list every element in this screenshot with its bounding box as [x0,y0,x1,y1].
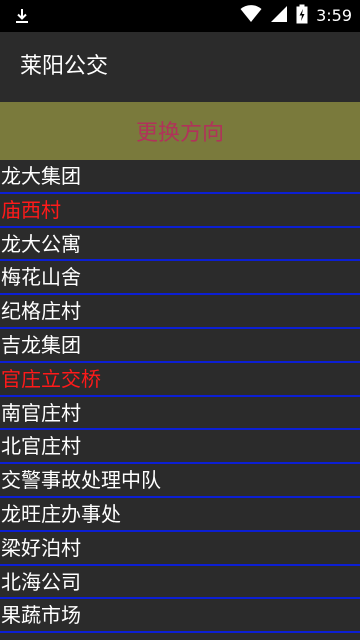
stop-list-item[interactable]: 龙旺庄办事处 [0,498,360,532]
status-icons: 3:59 [240,0,352,32]
app-title: 莱阳公交 [20,54,109,79]
stop-list-item[interactable]: 梁好泊村 [0,532,360,566]
stop-list-item[interactable]: 果蔬市场 [0,599,360,634]
stop-list-item[interactable]: 纪格庄村 [0,295,360,329]
stop-list-item[interactable]: 官庄立交桥 [0,363,360,397]
stop-list-item[interactable]: 北海公司 [0,566,360,600]
stop-list-item[interactable]: 北官庄村 [0,430,360,465]
cell-signal-icon [270,5,288,27]
app-bar: 莱阳公交 [0,32,360,102]
battery-icon [296,4,308,28]
stop-list-item[interactable]: 南官庄村 [0,397,360,431]
change-direction-button[interactable]: 更换方向 [0,102,360,160]
status-time: 3:59 [316,6,352,25]
stop-list-item[interactable]: 龙大公寓 [0,228,360,262]
stop-list-item[interactable]: 吉龙集团 [0,329,360,363]
status-bar: 3:59 [0,0,360,32]
stop-list-item[interactable]: 庙西村 [0,194,360,228]
stop-list-item[interactable]: 梅花山舍 [0,261,360,296]
download-icon [12,6,32,26]
wifi-icon [240,5,262,27]
stop-list-item[interactable]: 交警事故处理中队 [0,464,360,498]
stop-list-item[interactable]: 龙大集团 [0,160,360,194]
stop-list[interactable]: 龙大集团 庙西村 龙大公寓 梅花山舍 纪格庄村 吉龙集团 官庄立交桥 南官庄村 北官庄村 交警事故… [0,160,360,640]
